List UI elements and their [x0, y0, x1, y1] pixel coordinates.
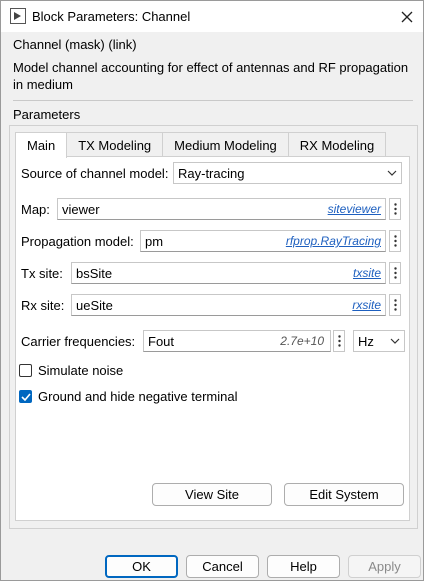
simulate-noise-label: Simulate noise: [38, 363, 124, 378]
tx-site-link[interactable]: txsite: [353, 266, 385, 280]
source-label: Source of channel model:: [21, 166, 169, 181]
map-link[interactable]: siteviewer: [328, 202, 385, 216]
tab-main[interactable]: Main: [15, 132, 68, 158]
parameters-heading: Parameters: [13, 107, 81, 122]
more-options-icon: [393, 267, 397, 279]
more-options-icon: [337, 335, 341, 347]
cancel-button[interactable]: Cancel: [186, 555, 259, 578]
edit-system-button[interactable]: Edit System: [284, 483, 404, 506]
tx-site-options-button[interactable]: [389, 262, 401, 284]
propagation-link[interactable]: rfprop.RayTracing: [286, 234, 385, 248]
checkbox-unchecked-icon: [19, 364, 32, 377]
tab-rx-modeling[interactable]: RX Modeling: [287, 132, 387, 157]
window-title: Block Parameters: Channel: [32, 9, 191, 24]
tab-bar: Main TX Modeling Medium Modeling RX Mode…: [15, 132, 387, 158]
rx-site-link[interactable]: rxsite: [352, 298, 385, 312]
simulink-block-icon: [10, 8, 26, 24]
carrier-unit-select[interactable]: Hz: [353, 330, 405, 352]
more-options-icon: [393, 299, 397, 311]
tx-site-label: Tx site:: [21, 266, 63, 281]
chevron-down-icon: [386, 338, 404, 344]
propagation-label: Propagation model:: [21, 234, 134, 249]
mask-description-area: Channel (mask) (link) Model channel acco…: [1, 32, 423, 100]
tab-tx-modeling[interactable]: TX Modeling: [66, 132, 164, 157]
rx-site-value: ueSite: [76, 297, 113, 313]
ground-checkbox[interactable]: Ground and hide negative terminal: [19, 389, 237, 404]
carrier-evaluated-value: 2.7e+10: [280, 334, 324, 348]
propagation-value: pm: [145, 233, 164, 249]
carrier-field[interactable]: Fout 2.7e+10: [143, 330, 331, 352]
map-value: viewer: [62, 201, 100, 217]
more-options-icon: [393, 235, 397, 247]
checkbox-checked-icon: [19, 390, 32, 403]
view-site-button[interactable]: View Site: [152, 483, 272, 506]
source-value: Ray-tracing: [178, 165, 245, 181]
propagation-field[interactable]: pm rfprop.RayTracing: [140, 230, 386, 252]
divider: [13, 100, 413, 101]
carrier-value: Fout: [148, 333, 175, 349]
close-button[interactable]: [390, 1, 423, 32]
ok-button[interactable]: OK: [105, 555, 178, 578]
chevron-down-icon: [383, 170, 401, 176]
map-options-button[interactable]: [389, 198, 401, 220]
propagation-options-button[interactable]: [389, 230, 401, 252]
tx-site-value: bsSite: [76, 265, 113, 281]
dialog-window: Block Parameters: Channel Channel (mask)…: [0, 0, 424, 581]
map-label: Map:: [21, 202, 50, 217]
help-button[interactable]: Help: [267, 555, 340, 578]
rx-site-field[interactable]: ueSite rxsite: [71, 294, 386, 316]
simulate-noise-checkbox[interactable]: Simulate noise: [19, 363, 123, 378]
title-bar: Block Parameters: Channel: [1, 1, 423, 32]
mask-description: Model channel accounting for effect of a…: [13, 60, 409, 92]
close-icon: [401, 11, 412, 22]
carrier-label: Carrier frequencies:: [21, 334, 136, 349]
tab-medium-modeling[interactable]: Medium Modeling: [162, 132, 289, 157]
carrier-options-button[interactable]: [333, 330, 345, 352]
carrier-unit-value: Hz: [358, 333, 374, 349]
tx-site-field[interactable]: bsSite txsite: [71, 262, 386, 284]
mask-title: Channel (mask) (link): [13, 37, 137, 52]
map-field[interactable]: viewer siteviewer: [57, 198, 386, 220]
source-select[interactable]: Ray-tracing: [173, 162, 402, 184]
more-options-icon: [393, 203, 397, 215]
ground-label: Ground and hide negative terminal: [38, 389, 238, 404]
rx-site-options-button[interactable]: [389, 294, 401, 316]
rx-site-label: Rx site:: [21, 298, 65, 313]
apply-button[interactable]: Apply: [348, 555, 421, 578]
